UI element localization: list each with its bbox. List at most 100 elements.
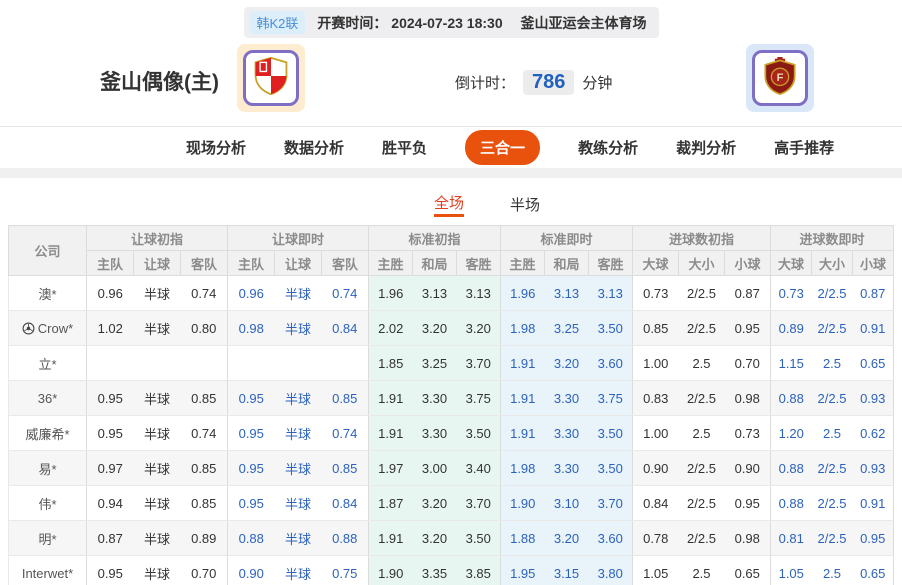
odds-cell: 3.70 [456,485,501,521]
countdown-value: 786 [523,70,575,95]
league-badge: 韩K2联 [249,11,306,34]
group-handicap-initial: 让球初指 [86,225,228,251]
odds-cell: 0.85 [321,380,369,416]
table-row: 立* 1.85 3.25 3.70 1.91 3.20 3.60 1.00 2.5 0.70 1.1… [8,345,895,381]
section-divider [0,168,902,178]
team-header: 釜山偶像(主) 倒计时： 786 分钟 F [0,38,902,126]
subtab-full-match[interactable]: 全场 [433,191,464,217]
tab-referee-analysis[interactable]: 裁判分析 [676,137,736,158]
soccer-ball-icon [22,322,35,334]
group-handicap-live: 让球即时 [227,225,369,251]
subtab-half-match[interactable]: 半场 [510,191,540,217]
col-header: 大球 [632,250,679,276]
countdown-label: 倒计时： [455,75,516,92]
odds-cell: 0.85 [321,450,369,486]
odds-cell: 3.35 [412,555,457,585]
odds-cell: 半球 [133,485,181,521]
away-team-crest-icon: F [761,55,799,102]
odds-cell: 0.98 [724,520,772,556]
odds-cell: 1.97 [368,450,413,486]
odds-cell: 0.70 [180,555,228,585]
odds-cell: 2.5 [811,345,853,381]
match-info-pill: 韩K2联 开赛时间： 2024-07-23 18:30 釜山亚运会主体育场 [243,7,659,38]
odds-cell: 1.91 [368,520,413,556]
col-header: 主队 [86,250,134,276]
odds-cell: 0.95 [86,415,134,451]
odds-cell: 3.13 [456,275,501,311]
odds-cell: 0.98 [227,310,275,346]
odds-cell: 3.50 [588,415,633,451]
odds-cell: 0.87 [86,520,134,556]
odds-cell: 1.87 [368,485,413,521]
odds-cell: 3.00 [412,450,457,486]
company-cell: 立* [8,345,87,381]
odds-cell: 半球 [133,380,181,416]
odds-cell: 2.5 [678,555,725,585]
odds-cell: 1.91 [500,345,545,381]
odds-cell: 0.91 [852,310,895,346]
col-header: 主队 [227,250,275,276]
odds-cell: 3.10 [544,485,589,521]
match-info-bar: 韩K2联 开赛时间： 2024-07-23 18:30 釜山亚运会主体育场 [0,0,902,38]
odds-cell: 0.90 [724,450,772,486]
odds-cell: 1.91 [368,415,413,451]
odds-cell: 半球 [274,275,322,311]
odds-cell: 0.95 [227,450,275,486]
odds-cell: 半球 [274,555,322,585]
odds-cell: 0.73 [770,275,812,311]
odds-cell: 1.98 [500,450,545,486]
col-header: 和局 [544,250,589,276]
odds-cell: 1.85 [368,345,413,381]
table-row: 澳* 0.96 半球 0.74 0.96 半球 0.74 1.96 3.13 3.13 1.96 3.… [8,275,895,311]
odds-cell: 0.89 [180,520,228,556]
odds-cell: 3.13 [544,275,589,311]
odds-cell: 半球 [133,415,181,451]
tab-expert-picks[interactable]: 高手推荐 [774,137,834,158]
col-header: 客胜 [588,250,633,276]
odds-cell: 2/2.5 [811,520,853,556]
odds-cell: 0.98 [724,380,772,416]
col-header: 大球 [770,250,812,276]
odds-cell: 3.20 [456,310,501,346]
odds-cell: 0.84 [632,485,679,521]
odds-cell: 1.05 [770,555,812,585]
odds-cell: 1.00 [632,415,679,451]
odds-cell: 3.25 [544,310,589,346]
odds-cell: 2/2.5 [811,310,853,346]
odds-cell: 半球 [133,520,181,556]
odds-cell: 2/2.5 [678,485,725,521]
odds-cell: 2/2.5 [811,450,853,486]
tab-coach-analysis[interactable]: 教练分析 [578,137,638,158]
col-header: 主胜 [368,250,413,276]
odds-cell: 1.02 [86,310,134,346]
odds-cell: 半球 [274,520,322,556]
table-row: 36* 0.95 半球 0.85 0.95 半球 0.85 1.91 3.30 3.75 1.91 3… [8,380,895,416]
tab-three-in-one[interactable]: 三合一 [465,130,541,165]
odds-cell: 1.90 [500,485,545,521]
kickoff-label: 开赛时间： [317,14,388,31]
odds-cell: 0.74 [180,275,228,311]
tab-live-analysis[interactable]: 现场分析 [186,137,246,158]
col-header: 客队 [180,250,228,276]
tab-data-analysis[interactable]: 数据分析 [284,137,344,158]
odds-cell: 0.95 [724,485,772,521]
odds-cell: 2/2.5 [678,310,725,346]
odds-table: 公司 让球初指 让球即时 标准初指 标准即时 进球数初指 进球数即时 主队 让球… [8,225,895,585]
odds-cell: 2/2.5 [811,380,853,416]
company-column-header: 公司 [8,225,87,276]
odds-cell: 3.20 [544,345,589,381]
col-header: 客胜 [456,250,501,276]
odds-cell: 1.00 [632,345,679,381]
venue: 釜山亚运会主体育场 [520,14,647,31]
tab-win-draw-lose[interactable]: 胜平负 [382,137,427,158]
company-cell: Crow* [8,310,87,346]
odds-cell: 0.85 [180,450,228,486]
table-row: 明* 0.87 半球 0.89 0.88 半球 0.88 1.91 3.20 3.50 1.88 3.… [8,520,895,556]
odds-cell: 3.20 [412,485,457,521]
odds-cell: 3.20 [544,520,589,556]
odds-cell: 0.74 [180,415,228,451]
odds-cell: 3.40 [456,450,501,486]
company-cell: 伟* [8,485,87,521]
odds-cell: 3.30 [412,380,457,416]
home-team-badge-frame [243,50,299,106]
